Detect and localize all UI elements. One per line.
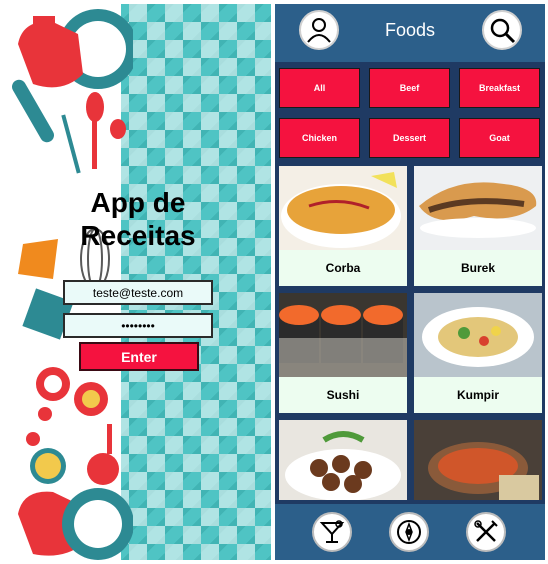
category-goat-button[interactable]: Goat (459, 118, 540, 158)
category-all-button[interactable]: All (279, 68, 360, 108)
recipe-name: Corba (325, 261, 361, 275)
recipe-card[interactable]: Kumpir (414, 293, 542, 413)
drinks-nav-button[interactable] (312, 512, 352, 552)
search-button[interactable] (482, 10, 522, 50)
recipe-image (279, 293, 407, 377)
app-title: App de Receitas (63, 186, 213, 252)
recipe-image (279, 420, 407, 500)
header: Foods (275, 4, 545, 62)
recipe-card[interactable]: Corba (279, 166, 407, 286)
login-screen: App de Receitas Enter (3, 4, 271, 560)
category-chicken-button[interactable]: Chicken (279, 118, 360, 158)
category-filters: All Beef Breakfast Chicken Dessert Goat (279, 68, 543, 158)
foods-screen: Foods All Beef Breakfast Chicken Dessert… (275, 4, 545, 560)
page-title: Foods (384, 20, 436, 40)
recipe-name: Kumpir (457, 388, 499, 402)
recipe-name: Burek (460, 261, 495, 275)
app-title-line2: Receitas (80, 220, 196, 251)
profile-icon (307, 18, 331, 43)
password-field[interactable] (63, 313, 213, 338)
recipe-card[interactable] (414, 420, 542, 500)
recipe-image (414, 420, 542, 500)
recipe-card[interactable] (279, 420, 407, 500)
profile-button[interactable] (299, 10, 339, 50)
recipe-card[interactable]: Burek (414, 166, 542, 286)
category-beef-button[interactable]: Beef (369, 68, 450, 108)
explore-icon (397, 520, 421, 544)
explore-nav-button[interactable] (389, 512, 429, 552)
app-title-line1: App de (90, 187, 186, 218)
recipe-image (414, 293, 542, 377)
recipe-name: Sushi (326, 388, 360, 402)
enter-button[interactable]: Enter (79, 342, 199, 371)
food-nav-button[interactable] (466, 512, 506, 552)
email-field[interactable] (63, 280, 213, 305)
category-breakfast-button[interactable]: Breakfast (459, 68, 540, 108)
recipe-grid: Corba Burek Sushi Kumpir (279, 166, 543, 500)
search-icon (490, 18, 516, 44)
category-dessert-button[interactable]: Dessert (369, 118, 450, 158)
recipe-image (279, 166, 407, 250)
drinks-icon (319, 520, 345, 543)
bottom-navigation (275, 504, 545, 560)
food-icon (474, 520, 498, 542)
recipe-image (414, 166, 542, 250)
recipe-card[interactable]: Sushi (279, 293, 407, 413)
